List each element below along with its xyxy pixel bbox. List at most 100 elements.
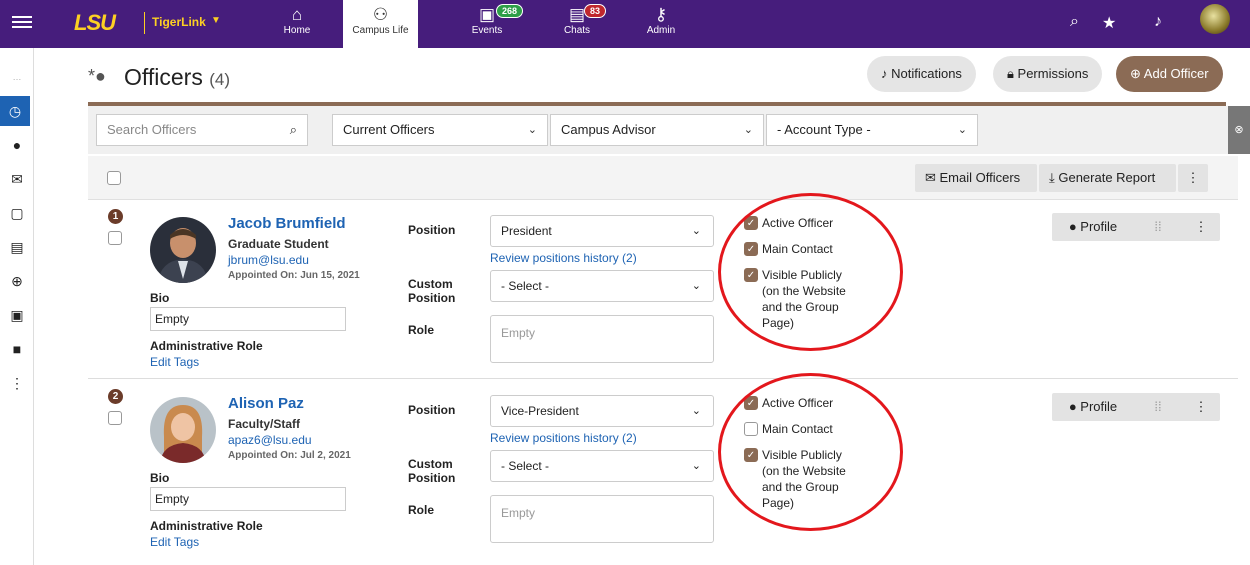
custom-position-label: Custom Position [408, 457, 456, 485]
position-label: Position [408, 403, 456, 417]
brand-name[interactable]: TigerLink [152, 15, 206, 29]
mail-icon: ✉ [925, 170, 940, 185]
officer-add-icon: *● [88, 66, 106, 86]
home-icon: ⌂ [291, 5, 303, 24]
officer-row: 2 Alison Paz Faculty/Staff apaz6@lsu.edu… [88, 381, 1238, 559]
chevron-down-icon: ⌄ [691, 460, 701, 472]
bell-icon: ♪ [881, 66, 892, 81]
bulk-action-bar: ✉ Email Officers ⤓ Generate Report ⋮ [88, 156, 1238, 200]
search-icon[interactable]: ⌕ [290, 115, 297, 145]
email-officers-button[interactable]: ✉ Email Officers [915, 164, 1037, 192]
edit-tags-link[interactable]: Edit Tags [150, 355, 199, 369]
more-options-icon[interactable]: ⋮ [1182, 393, 1220, 421]
bio-field[interactable]: Empty [150, 307, 346, 331]
dashboard-icon[interactable]: ◷ [0, 96, 30, 126]
generate-report-button[interactable]: ⤓ Generate Report [1039, 164, 1176, 192]
officer-photo[interactable] [150, 217, 216, 283]
logo-divider [144, 12, 145, 34]
add-officer-button[interactable]: ⊕ Add Officer [1116, 56, 1223, 92]
review-history-link[interactable]: Review positions history (2) [490, 251, 637, 265]
profile-button[interactable]: ● Profile [1052, 213, 1134, 241]
advisor-dropdown[interactable]: Campus Advisor ⌄ [550, 114, 764, 146]
row-checkbox[interactable] [108, 231, 122, 245]
position-dropdown[interactable]: Vice-President ⌄ [490, 395, 714, 427]
page-title: Officers (4) [124, 64, 230, 90]
officer-row: 1 Jacob Brumfield Graduate Student jbrum… [88, 201, 1238, 379]
person-icon: ● [1068, 399, 1081, 414]
clipboard-icon[interactable]: ▤ [0, 232, 34, 262]
lock-icon: 🔒︎ [1007, 66, 1018, 81]
campus-life-icon: ⚇ [372, 5, 389, 24]
more-options-icon[interactable]: ⋮ [1182, 213, 1220, 241]
nav-events[interactable]: ▣ Events 268 [462, 0, 524, 48]
download-icon: ⤓ [1049, 170, 1059, 185]
more-dots-icon[interactable]: … [0, 62, 34, 92]
row-checkbox[interactable] [108, 411, 122, 425]
menu-icon[interactable] [12, 13, 32, 33]
permissions-button[interactable]: 🔒︎ Permissions [993, 56, 1103, 92]
profile-actions: ● Profile ⁞⁞ ⋮ [1052, 393, 1220, 421]
person-icon: ● [1068, 219, 1081, 234]
officer-email[interactable]: jbrum@lsu.edu [228, 253, 309, 267]
money-icon[interactable]: ▣ [0, 300, 34, 330]
drag-handle-icon[interactable]: ⁞⁞ [1138, 213, 1178, 241]
role-field[interactable]: Empty [490, 315, 714, 363]
role-label: Role [408, 323, 435, 337]
star-icon[interactable]: ★ [1102, 13, 1116, 33]
custom-position-dropdown[interactable]: - Select - ⌄ [490, 270, 714, 302]
officer-name[interactable]: Alison Paz [228, 395, 304, 412]
folder-icon[interactable]: ■ [0, 334, 34, 364]
officer-count: (4) [209, 70, 230, 89]
status-dropdown[interactable]: Current Officers ⌄ [332, 114, 548, 146]
nav-admin[interactable]: ⚷ Admin [636, 0, 686, 48]
plus-circle-icon: ⊕ [1130, 66, 1144, 81]
search-input[interactable]: Search Officers ⌕ [96, 114, 308, 146]
bio-label: Bio [150, 291, 170, 305]
close-icon: ⊗ [1234, 124, 1244, 136]
review-history-link[interactable]: Review positions history (2) [490, 431, 637, 445]
position-label: Position [408, 223, 456, 237]
drag-handle-icon[interactable]: ⁞⁞ [1138, 393, 1178, 421]
lsu-logo[interactable]: LSU [74, 10, 116, 36]
user-avatar[interactable] [1200, 4, 1230, 34]
more-options-icon[interactable]: ⋮ [1178, 164, 1208, 192]
globe-icon[interactable]: ⊕ [0, 266, 34, 296]
chevron-down-icon: ⌄ [691, 280, 701, 292]
nav-campus-life[interactable]: ⚇ Campus Life [343, 0, 418, 48]
key-icon: ⚷ [654, 5, 668, 24]
chevron-down-icon: ⌄ [957, 124, 967, 136]
row-number: 1 [108, 209, 123, 224]
bell-icon[interactable]: ♪ [1154, 13, 1162, 31]
bio-field[interactable]: Empty [150, 487, 346, 511]
admin-role-label: Administrative Role [150, 519, 263, 533]
role-field[interactable]: Empty [490, 495, 714, 543]
select-all-checkbox[interactable] [107, 171, 121, 185]
position-dropdown[interactable]: President ⌄ [490, 215, 714, 247]
top-nav-bar: LSU TigerLink ▼ ⌂ Home ⚇ Campus Life ▣ Even… [0, 0, 1250, 48]
profile-button[interactable]: ● Profile [1052, 393, 1134, 421]
chevron-down-icon: ⌄ [691, 225, 701, 237]
chevron-down-icon: ⌄ [691, 405, 701, 417]
mail-icon[interactable]: ✉ [0, 164, 34, 194]
nav-home[interactable]: ⌂ Home [272, 0, 322, 48]
close-filter-tab[interactable]: ⊗ [1228, 106, 1250, 154]
role-label: Role [408, 503, 435, 517]
officer-name[interactable]: Jacob Brumfield [228, 215, 346, 232]
officer-email[interactable]: apaz6@lsu.edu [228, 433, 312, 447]
person-icon[interactable]: ● [0, 130, 34, 160]
calendar-icon[interactable]: ▢ [0, 198, 34, 228]
bio-label: Bio [150, 471, 170, 485]
edit-tags-link[interactable]: Edit Tags [150, 535, 199, 549]
profile-actions: ● Profile ⁞⁞ ⋮ [1052, 213, 1220, 241]
custom-position-dropdown[interactable]: - Select - ⌄ [490, 450, 714, 482]
account-type-dropdown[interactable]: - Account Type - ⌄ [766, 114, 978, 146]
more-vertical-icon[interactable]: ⋮ [0, 368, 34, 398]
officer-photo[interactable] [150, 397, 216, 463]
search-icon[interactable]: ⌕ [1070, 13, 1079, 31]
chevron-down-icon: ⌄ [527, 124, 537, 136]
chevron-down-icon[interactable]: ▼ [211, 15, 221, 26]
notifications-button[interactable]: ♪ Notifications [867, 56, 976, 92]
custom-position-label: Custom Position [408, 277, 456, 305]
filter-bar: Search Officers ⌕ Current Officers ⌄ Camp… [88, 106, 1238, 154]
nav-chats[interactable]: ▤ Chats 83 [552, 0, 607, 48]
